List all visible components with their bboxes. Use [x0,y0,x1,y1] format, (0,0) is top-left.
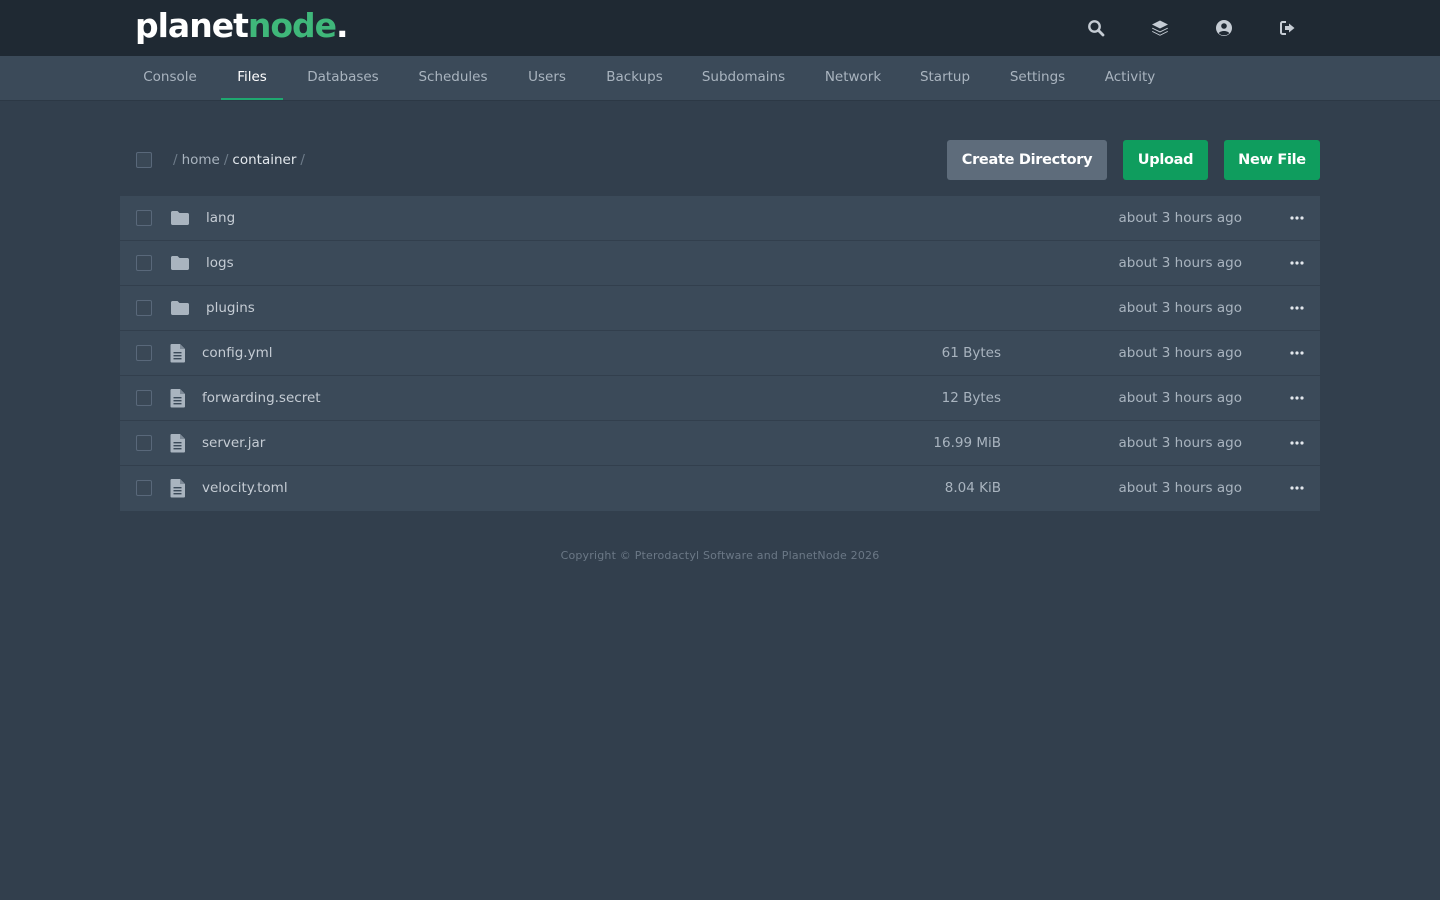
file-icon [170,433,192,453]
file-name[interactable]: logs [206,241,234,285]
tab-console[interactable]: Console [128,56,212,100]
file-modified: about 3 hours ago [1118,210,1242,226]
search-icon[interactable] [1084,16,1108,40]
tab-startup[interactable]: Startup [907,56,983,100]
file-size: 12 Bytes [941,390,1001,406]
file-modified: about 3 hours ago [1118,300,1242,316]
tab-activity[interactable]: Activity [1092,56,1168,100]
tab-users[interactable]: Users [515,56,579,100]
footer-copyright: Copyright © Pterodactyl Software and Pla… [560,549,880,562]
new-file-button[interactable]: New File [1224,140,1320,180]
top-bar: planetnode. [0,0,1440,56]
breadcrumb-separator: / [300,152,305,168]
file-row-config-yml[interactable]: config.yml 61 Bytes about 3 hours ago [120,331,1320,376]
tab-network[interactable]: Network [811,56,895,100]
file-name[interactable]: config.yml [202,331,273,375]
file-name[interactable]: velocity.toml [202,466,288,510]
file-modified: about 3 hours ago [1118,390,1242,406]
file-modified: about 3 hours ago [1118,255,1242,271]
more-options-icon[interactable] [1286,477,1308,499]
layers-icon[interactable] [1148,16,1172,40]
row-checkbox[interactable] [136,255,152,271]
more-options-icon[interactable] [1286,297,1308,319]
file-name[interactable]: plugins [206,286,255,330]
server-nav: Console Files Databases Schedules Users … [0,56,1440,100]
file-name[interactable]: forwarding.secret [202,376,321,420]
more-options-icon[interactable] [1286,252,1308,274]
logo-text: planet [135,6,249,45]
select-all-checkbox[interactable] [136,152,152,168]
file-row-lang[interactable]: lang about 3 hours ago [120,196,1320,241]
file-size: 8.04 KiB [944,480,1001,496]
file-row-plugins[interactable]: plugins about 3 hours ago [120,286,1320,331]
logo-dot: . [336,6,349,45]
file-icon [170,388,192,408]
file-size: 16.99 MiB [933,435,1001,451]
folder-icon [170,253,192,273]
row-checkbox[interactable] [136,435,152,451]
tab-subdomains[interactable]: Subdomains [688,56,799,100]
file-modified: about 3 hours ago [1118,435,1242,451]
account-icon[interactable] [1212,16,1236,40]
file-row-logs[interactable]: logs about 3 hours ago [120,241,1320,286]
create-directory-button[interactable]: Create Directory [947,140,1107,180]
more-options-icon[interactable] [1286,387,1308,409]
row-checkbox[interactable] [136,210,152,226]
tab-settings[interactable]: Settings [996,56,1079,100]
breadcrumb-home[interactable]: home [182,152,220,168]
file-name[interactable]: lang [206,196,235,240]
more-options-icon[interactable] [1286,432,1308,454]
row-checkbox[interactable] [136,480,152,496]
more-options-icon[interactable] [1286,207,1308,229]
file-list: lang about 3 hours ago logs about 3 hour… [120,196,1320,511]
file-size: 61 Bytes [941,345,1001,361]
tab-backups[interactable]: Backups [592,56,677,100]
folder-icon [170,208,192,228]
row-checkbox[interactable] [136,345,152,361]
tab-databases[interactable]: Databases [293,56,393,100]
row-checkbox[interactable] [136,390,152,406]
upload-button[interactable]: Upload [1123,140,1208,180]
sign-out-icon[interactable] [1276,16,1300,40]
file-row-server-jar[interactable]: server.jar 16.99 MiB about 3 hours ago [120,421,1320,466]
file-modified: about 3 hours ago [1118,345,1242,361]
file-row-forwarding-secret[interactable]: forwarding.secret 12 Bytes about 3 hours… [120,376,1320,421]
file-icon [170,343,192,363]
tab-files[interactable]: Files [221,56,283,100]
folder-icon [170,298,192,318]
file-row-velocity-toml[interactable]: velocity.toml 8.04 KiB about 3 hours ago [120,466,1320,511]
breadcrumb-separator: / [173,152,178,168]
breadcrumb-separator: / [223,152,229,168]
logo[interactable]: planetnode. [135,4,349,48]
row-checkbox[interactable] [136,300,152,316]
file-name[interactable]: server.jar [202,421,265,465]
more-options-icon[interactable] [1286,342,1308,364]
logo-accent-text: node [247,6,337,45]
tab-schedules[interactable]: Schedules [403,56,503,100]
breadcrumb: / home / container / [169,150,309,170]
file-icon [170,478,192,498]
file-modified: about 3 hours ago [1118,480,1242,496]
breadcrumb-container[interactable]: container [232,152,296,168]
